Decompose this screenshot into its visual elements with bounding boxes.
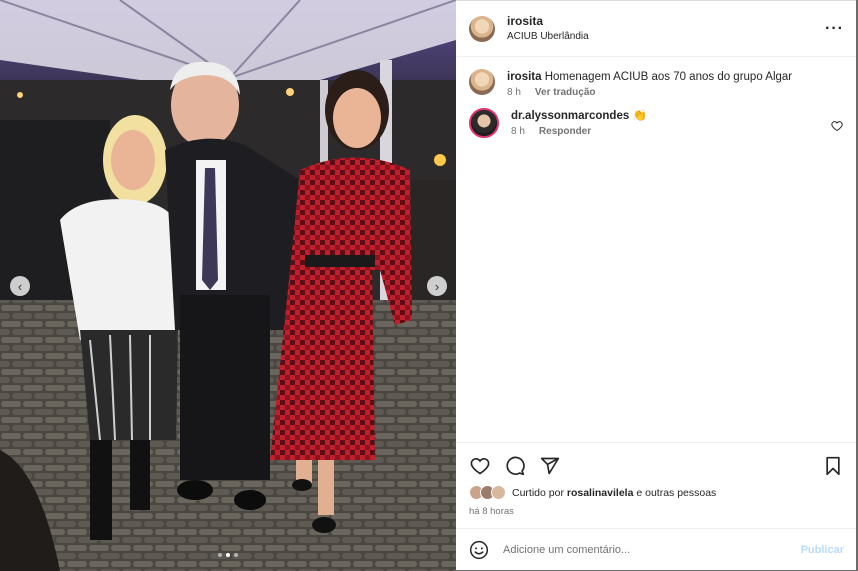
likes-user[interactable]: rosalinavilela <box>567 487 634 499</box>
chevron-right-icon[interactable]: › <box>427 276 447 296</box>
post-timestamp[interactable]: há 8 horas <box>469 506 844 517</box>
post-photo[interactable]: ‹ › <box>0 0 456 571</box>
comment-item: dr.alyssonmarcondes 👏 8 h Responder <box>469 108 843 138</box>
comment-like-heart-icon[interactable] <box>831 120 843 132</box>
event-photo-image <box>0 0 456 571</box>
emoji-icon[interactable] <box>469 540 489 560</box>
comment-text: 👏 <box>632 110 647 122</box>
carousel-dot <box>218 553 222 557</box>
like-heart-icon[interactable] <box>469 455 491 477</box>
comment-bubble-icon[interactable] <box>504 455 526 477</box>
likes-suffix[interactable]: e outras pessoas <box>636 487 716 499</box>
more-horizontal-icon[interactable]: ··· <box>825 20 844 38</box>
carousel-dot <box>234 553 238 557</box>
translate-link[interactable]: Ver tradução <box>535 87 596 98</box>
comment-username[interactable]: dr.alyssonmarcondes <box>511 110 629 122</box>
caption-author-avatar[interactable] <box>469 69 495 95</box>
post-header: irosita ACIUB Uberlândia ··· <box>456 1 856 57</box>
caption-age[interactable]: 8 h <box>507 87 521 98</box>
publish-button[interactable]: Publicar <box>801 544 844 556</box>
comment-age[interactable]: 8 h <box>511 126 525 137</box>
comments-list: irosita Homenagem ACIUB aos 70 anos do g… <box>456 57 856 442</box>
post-side-panel: irosita ACIUB Uberlândia ··· irosita Hom… <box>456 0 856 570</box>
chevron-left-icon[interactable]: ‹ <box>10 276 30 296</box>
post-location[interactable]: ACIUB Uberlândia <box>507 29 589 44</box>
reply-link[interactable]: Responder <box>539 126 591 137</box>
likes-summary: Curtido por rosalinavilela e outras pess… <box>469 485 844 500</box>
save-bookmark-icon[interactable] <box>822 455 844 477</box>
post-modal: ‹ › irosita ACIUB Uberlândia ··· irosita <box>0 0 858 571</box>
post-actions: Curtido por rosalinavilela e outras pess… <box>456 442 856 528</box>
likers-avatars[interactable] <box>469 485 506 500</box>
carousel-indicator <box>0 553 456 557</box>
likes-prefix: Curtido por <box>512 486 564 499</box>
comment-input[interactable] <box>501 542 801 557</box>
caption-username[interactable]: irosita <box>507 71 542 83</box>
share-send-icon[interactable] <box>539 455 561 477</box>
author-avatar[interactable] <box>469 15 495 42</box>
carousel-dot-active <box>226 553 230 557</box>
author-username[interactable]: irosita <box>507 14 589 29</box>
caption: irosita Homenagem ACIUB aos 70 anos do g… <box>469 69 843 98</box>
commenter-avatar[interactable] <box>469 108 499 138</box>
add-comment-bar: Publicar <box>456 528 856 570</box>
caption-text: Homenagem ACIUB aos 70 anos do grupo Alg… <box>544 71 793 83</box>
